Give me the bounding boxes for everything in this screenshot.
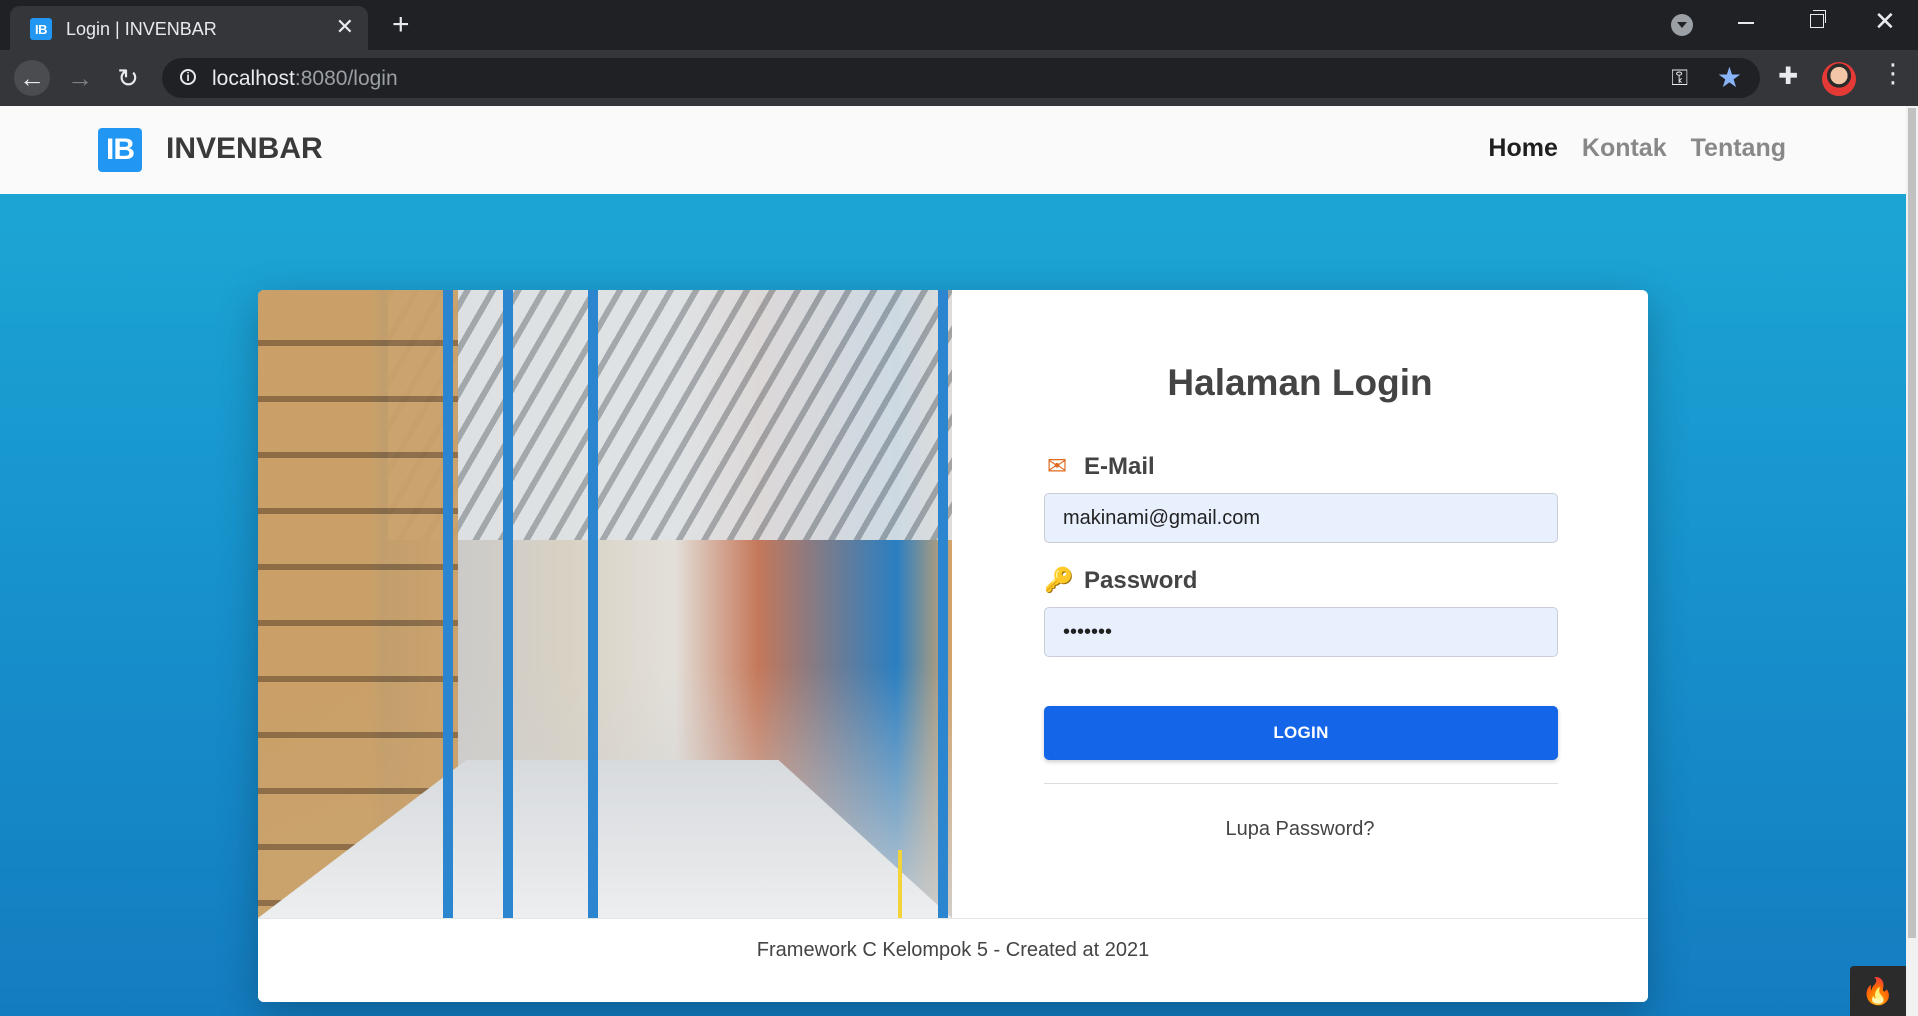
nav-link-kontak[interactable]: Kontak xyxy=(1582,134,1667,163)
warehouse-post xyxy=(938,290,948,918)
divider xyxy=(1044,783,1558,784)
info-icon[interactable]: i xyxy=(180,69,196,85)
browser-toolbar: ← → ↻ i localhost:8080/login ⚿ ★ ✚ ⋮ xyxy=(0,50,1918,106)
email-field[interactable]: makinami@gmail.com xyxy=(1044,493,1558,543)
nav-link-home[interactable]: Home xyxy=(1488,134,1557,163)
puzzle-icon[interactable]: ✚ xyxy=(1778,62,1798,91)
browser-tab-strip: IB Login | INVENBAR ✕ + ✕ xyxy=(0,0,1918,50)
forward-icon[interactable]: → xyxy=(62,60,98,96)
reload-icon[interactable]: ↻ xyxy=(110,60,146,96)
warehouse-post xyxy=(588,290,598,918)
debug-toolbar-flame-icon[interactable]: 🔥 xyxy=(1850,966,1906,1016)
star-icon[interactable]: ★ xyxy=(1717,61,1742,94)
page-viewport: IB INVENBAR Home Kontak Tentang Halaman … xyxy=(0,106,1906,1016)
tab-favicon-icon: IB xyxy=(30,18,52,40)
url-path: :8080/login xyxy=(294,67,398,90)
minimize-icon[interactable] xyxy=(1738,22,1754,24)
tab-search-icon[interactable] xyxy=(1671,14,1693,36)
warehouse-ceiling xyxy=(388,290,952,540)
login-card: Halaman Login ✉ E-Mail makinami@gmail.co… xyxy=(258,290,1648,1002)
password-label: Password xyxy=(1084,566,1198,594)
password-label-row: 🔑 Password xyxy=(1044,566,1197,595)
envelope-icon: ✉ xyxy=(1046,453,1068,480)
forgot-password-link[interactable]: Lupa Password? xyxy=(952,818,1648,841)
warehouse-post xyxy=(443,290,453,918)
window-close-icon[interactable]: ✕ xyxy=(1874,6,1896,36)
scrollbar-thumb[interactable] xyxy=(1908,108,1916,938)
new-tab-icon[interactable]: + xyxy=(392,10,410,40)
card-footer: Framework C Kelompok 5 - Created at 2021 xyxy=(258,918,1648,1002)
password-field[interactable]: ••••••• xyxy=(1044,607,1558,657)
floor-marking xyxy=(898,850,902,920)
url-text[interactable]: localhost:8080/login xyxy=(212,67,398,91)
address-bar[interactable]: i localhost:8080/login ⚿ ★ xyxy=(162,58,1760,98)
email-label-row: ✉ E-Mail xyxy=(1044,452,1155,481)
login-button[interactable]: LOGIN xyxy=(1044,706,1558,760)
email-label: E-Mail xyxy=(1084,452,1155,480)
back-icon[interactable]: ← xyxy=(14,60,50,96)
profile-avatar[interactable] xyxy=(1822,62,1856,96)
page-title: Halaman Login xyxy=(1167,362,1433,403)
site-navbar: IB INVENBAR Home Kontak Tentang xyxy=(0,106,1906,194)
kebab-menu-icon[interactable]: ⋮ xyxy=(1880,60,1906,86)
browser-tab[interactable]: IB Login | INVENBAR ✕ xyxy=(10,6,368,50)
nav-link-tentang[interactable]: Tentang xyxy=(1691,134,1786,163)
warehouse-post xyxy=(503,290,513,918)
brand-name[interactable]: INVENBAR xyxy=(166,132,323,166)
login-form: Halaman Login ✉ E-Mail makinami@gmail.co… xyxy=(952,290,1648,918)
key-icon[interactable]: ⚿ xyxy=(1671,65,1688,91)
footer-text: Framework C Kelompok 5 - Created at 2021 xyxy=(756,939,1150,961)
warehouse-image xyxy=(258,290,952,920)
url-host: localhost xyxy=(212,67,295,90)
brand-logo[interactable]: IB xyxy=(98,128,142,172)
close-tab-icon[interactable]: ✕ xyxy=(336,16,354,38)
restore-icon[interactable] xyxy=(1810,10,1826,28)
key-icon: 🔑 xyxy=(1044,567,1074,594)
nav-links: Home Kontak Tentang xyxy=(1488,134,1786,163)
tab-title: Login | INVENBAR xyxy=(66,19,217,39)
